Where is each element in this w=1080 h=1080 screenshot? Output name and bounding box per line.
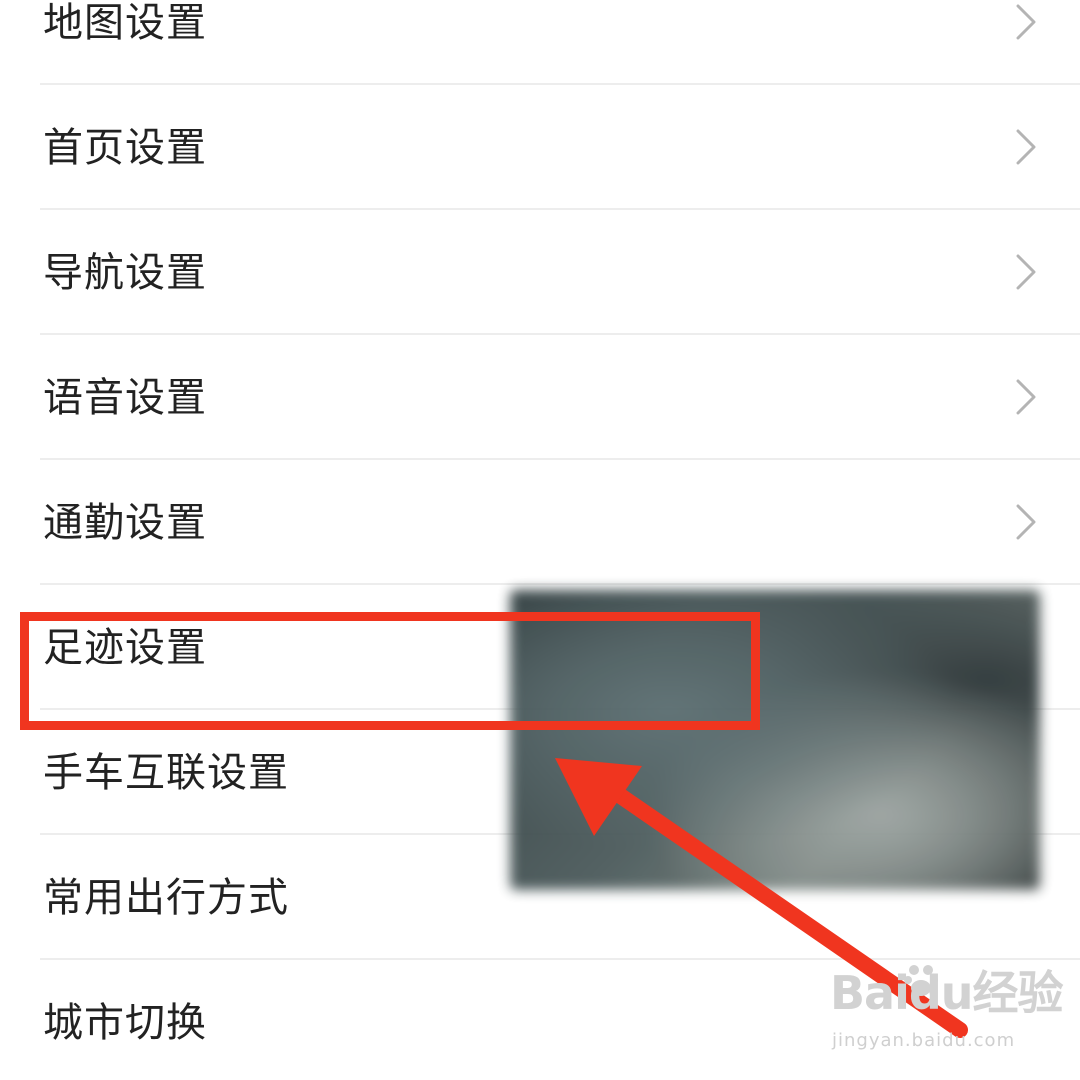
settings-item-label: 地图设置 — [43, 0, 207, 46]
watermark-brand: Baidu经验 — [830, 966, 1064, 1020]
settings-screen: 地图设置 首页设置 导航设置 语音设置 通勤设置 足迹设置 手车互联设置 常用出… — [0, 0, 1080, 1080]
settings-item-label: 城市切换 — [43, 1000, 207, 1046]
settings-item-label: 通勤设置 — [43, 500, 207, 546]
chevron-right-icon — [1010, 502, 1040, 542]
settings-item-homepage[interactable]: 首页设置 — [0, 85, 1080, 210]
baidu-paw-icon — [902, 960, 942, 1000]
watermark-url: jingyan.baidu.com — [832, 1030, 1016, 1051]
settings-item-voice[interactable]: 语音设置 — [0, 335, 1080, 460]
settings-item-label: 语音设置 — [43, 375, 207, 421]
chevron-right-icon — [1010, 377, 1040, 417]
chevron-right-icon — [1010, 127, 1040, 167]
chevron-right-icon — [1010, 2, 1040, 42]
settings-item-label: 首页设置 — [43, 125, 207, 171]
highlight-box — [20, 612, 760, 730]
baidu-watermark: Baidu经验 jingyan.baidu.com — [830, 960, 1064, 1060]
settings-item-label: 导航设置 — [43, 250, 207, 296]
settings-item-commute[interactable]: 通勤设置 — [0, 460, 1080, 585]
settings-item-navigation[interactable]: 导航设置 — [0, 210, 1080, 335]
settings-item-map[interactable]: 地图设置 — [0, 0, 1080, 85]
settings-item-label: 手车互联设置 — [43, 750, 289, 796]
settings-list: 地图设置 首页设置 导航设置 语音设置 通勤设置 足迹设置 手车互联设置 常用出… — [0, 0, 1080, 1080]
chevron-right-icon — [1010, 252, 1040, 292]
settings-item-label: 常用出行方式 — [43, 875, 289, 921]
